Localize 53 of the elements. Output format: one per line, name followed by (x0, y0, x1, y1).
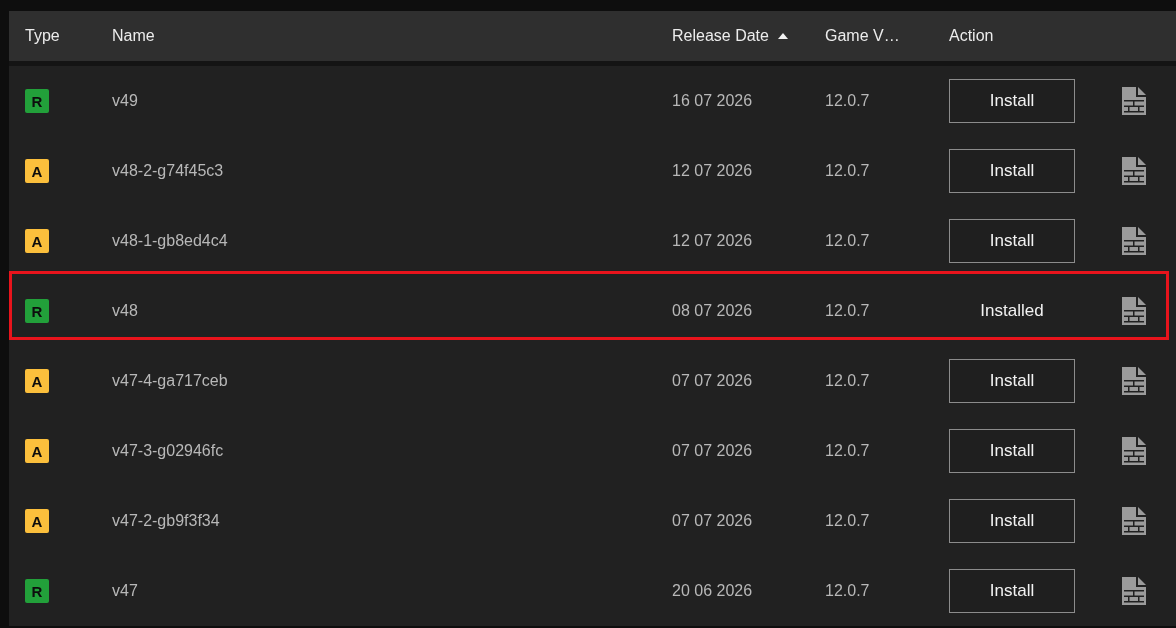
name-cell: v47-3-g02946fc (112, 442, 224, 460)
name-cell: v48-2-g74f45c3 (112, 162, 224, 180)
name-cell: v47-4-ga717ceb (112, 372, 228, 390)
date-cell: 12 07 2026 (672, 232, 753, 250)
install-button[interactable]: Install (949, 149, 1075, 193)
version-cell: 12.0.7 (825, 582, 870, 600)
type-badge: A (25, 509, 49, 533)
date-cell: 07 07 2026 (672, 372, 753, 390)
date-cell: 16 07 2026 (672, 92, 753, 110)
document-icon[interactable] (1122, 577, 1146, 605)
document-icon[interactable] (1122, 227, 1146, 255)
name-cell: v47 (112, 582, 138, 600)
install-button[interactable]: Install (949, 499, 1075, 543)
date-cell: 12 07 2026 (672, 162, 753, 180)
document-icon[interactable] (1122, 507, 1146, 535)
document-icon[interactable] (1122, 297, 1146, 325)
document-icon[interactable] (1122, 437, 1146, 465)
type-badge: A (25, 369, 49, 393)
type-badge: A (25, 439, 49, 463)
type-badge: R (25, 579, 49, 603)
type-badge: A (25, 229, 49, 253)
name-cell: v49 (112, 92, 138, 110)
version-cell: 12.0.7 (825, 512, 870, 530)
date-cell: 07 07 2026 (672, 442, 753, 460)
document-icon[interactable] (1122, 87, 1146, 115)
document-icon[interactable] (1122, 367, 1146, 395)
column-header[interactable]: Name (112, 27, 155, 45)
column-header[interactable]: Type (25, 27, 60, 45)
name-cell: v48 (112, 302, 138, 320)
date-cell: 08 07 2026 (672, 302, 753, 320)
install-button[interactable]: Install (949, 79, 1075, 123)
date-cell: 07 07 2026 (672, 512, 753, 530)
name-cell: v48-1-gb8ed4c4 (112, 232, 228, 250)
version-cell: 12.0.7 (825, 92, 870, 110)
document-icon[interactable] (1122, 157, 1146, 185)
version-cell: 12.0.7 (825, 442, 870, 460)
column-header[interactable]: Release Date (672, 27, 769, 45)
installed-label: Installed (979, 301, 1045, 321)
install-button[interactable]: Install (949, 569, 1075, 613)
version-cell: 12.0.7 (825, 302, 870, 320)
install-button[interactable]: Install (949, 359, 1075, 403)
install-button[interactable]: Install (949, 219, 1075, 263)
install-button[interactable]: Install (949, 429, 1075, 473)
version-cell: 12.0.7 (825, 232, 870, 250)
type-badge: R (25, 89, 49, 113)
version-cell: 12.0.7 (825, 162, 870, 180)
column-header[interactable]: Action (949, 27, 994, 45)
type-badge: A (25, 159, 49, 183)
version-cell: 12.0.7 (825, 372, 870, 390)
date-cell: 20 06 2026 (672, 582, 753, 600)
column-header[interactable]: Game V… (825, 27, 900, 45)
type-badge: R (25, 299, 49, 323)
name-cell: v47-2-gb9f3f34 (112, 512, 220, 530)
